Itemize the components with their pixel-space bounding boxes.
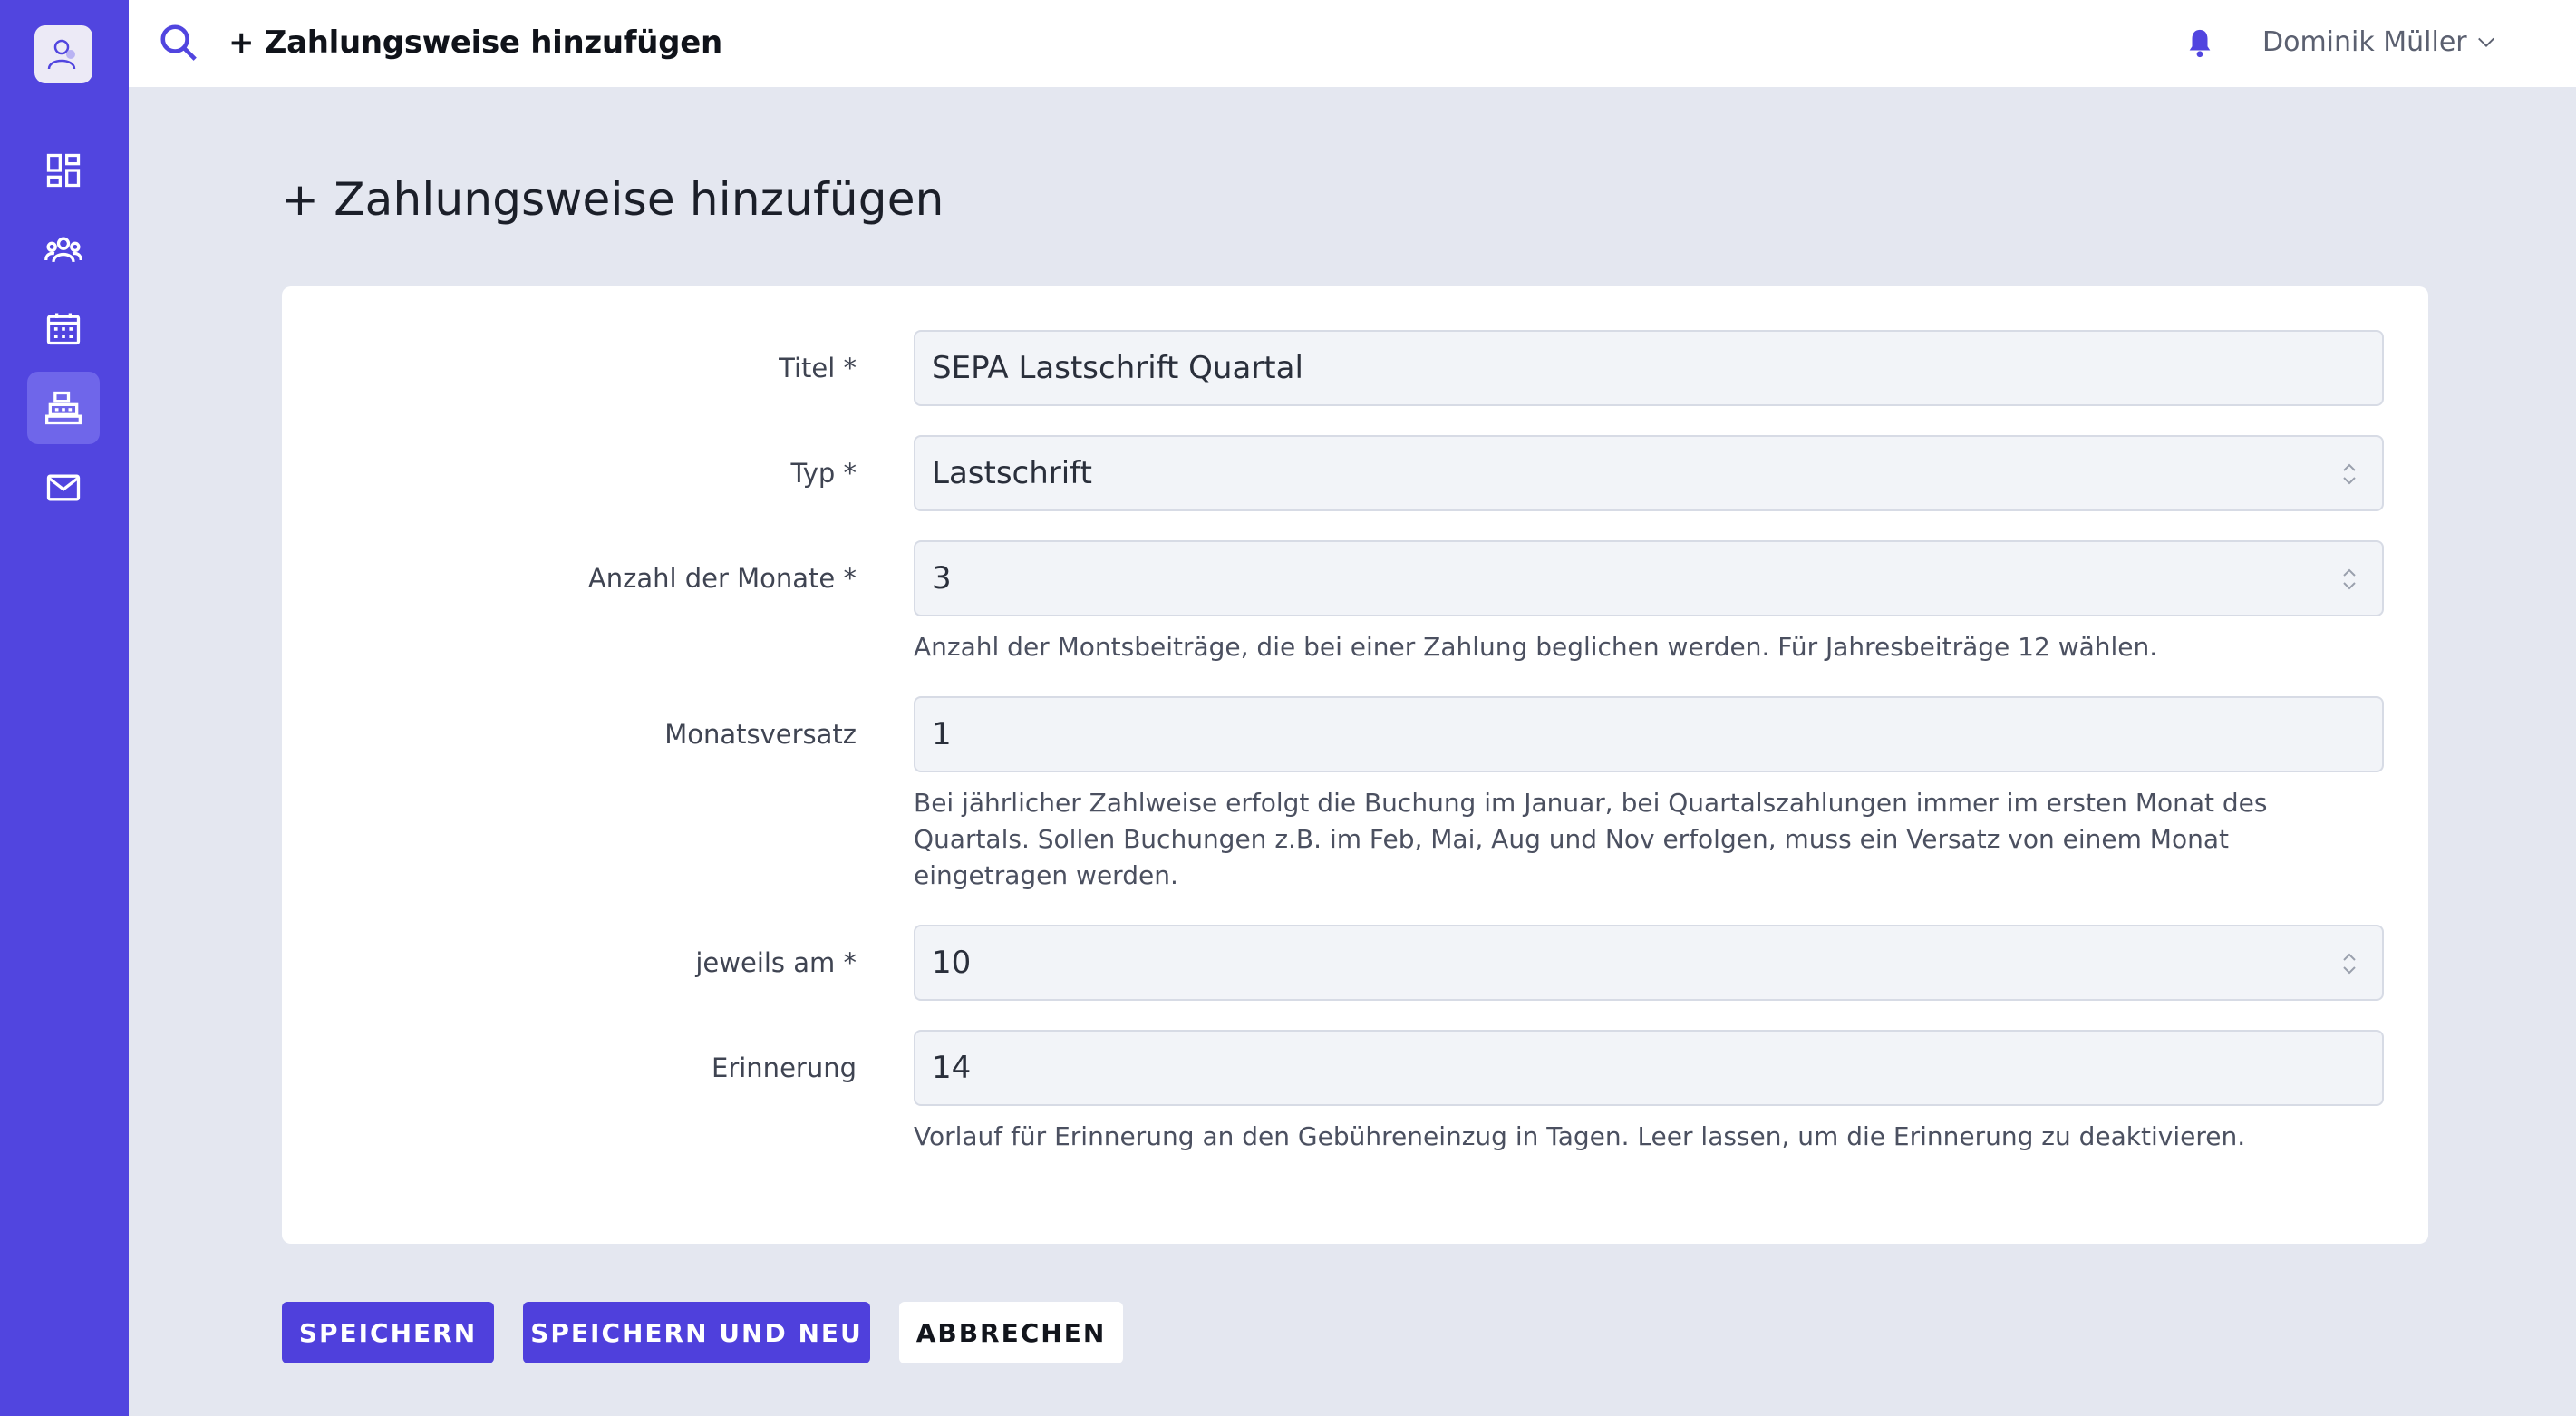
- typ-label: Typ *: [790, 458, 857, 489]
- calendar-icon[interactable]: [27, 292, 100, 364]
- versatz-label: Monatsversatz: [664, 719, 857, 750]
- tag-label: jeweils am *: [695, 947, 857, 978]
- top-bar: + Zahlungsweise hinzufügen Dominik Mülle…: [129, 0, 2576, 87]
- select-arrows-icon: [2343, 463, 2356, 485]
- number-stepper-icon[interactable]: [2340, 566, 2358, 593]
- tag-value: 10: [932, 945, 972, 981]
- erinnerung-help: Vorlauf für Erinnerung an den Gebührenei…: [914, 1121, 2246, 1151]
- titel-input[interactable]: SEPA Lastschrift Quartal: [914, 330, 2384, 406]
- versatz-input[interactable]: 1: [914, 696, 2384, 772]
- dashboard-icon[interactable]: [27, 134, 100, 207]
- header-title: + Zahlungsweise hinzufügen: [228, 24, 722, 61]
- number-stepper-icon[interactable]: [2340, 950, 2358, 977]
- titel-label: Titel *: [779, 353, 857, 383]
- search-icon[interactable]: [158, 22, 199, 63]
- monate-label: Anzahl der Monate *: [587, 563, 857, 594]
- sidebar: [0, 0, 129, 1416]
- typ-select-value: Lastschrift: [932, 455, 1092, 491]
- page-title: + Zahlungsweise hinzufügen: [281, 173, 944, 226]
- save-and-new-button[interactable]: SPEICHERN UND NEU: [523, 1302, 870, 1363]
- user-menu[interactable]: Dominik Müller: [2262, 22, 2467, 63]
- bell-icon[interactable]: [2184, 27, 2215, 58]
- typ-select[interactable]: Lastschrift: [914, 435, 2384, 511]
- save-button[interactable]: SPEICHERN: [282, 1302, 494, 1363]
- chevron-down-icon[interactable]: [2474, 33, 2498, 53]
- erinnerung-label: Erinnerung: [712, 1052, 857, 1083]
- monate-value: 3: [932, 560, 952, 596]
- erinnerung-input[interactable]: 14: [914, 1030, 2384, 1106]
- versatz-help: Bei jährlicher Zahlweise erfolgt die Buc…: [914, 788, 2268, 890]
- tag-number-input[interactable]: 10: [914, 925, 2384, 1001]
- members-icon[interactable]: [27, 214, 100, 286]
- club-logo-icon[interactable]: [34, 25, 92, 83]
- cancel-button[interactable]: ABBRECHEN: [899, 1302, 1123, 1363]
- monate-number-input[interactable]: 3: [914, 540, 2384, 616]
- mail-icon[interactable]: [27, 451, 100, 524]
- form-card: Titel * SEPA Lastschrift Quartal Typ * L…: [282, 286, 2428, 1244]
- cash-register-icon[interactable]: [27, 372, 100, 444]
- monate-help: Anzahl der Montsbeiträge, die bei einer …: [914, 632, 2158, 662]
